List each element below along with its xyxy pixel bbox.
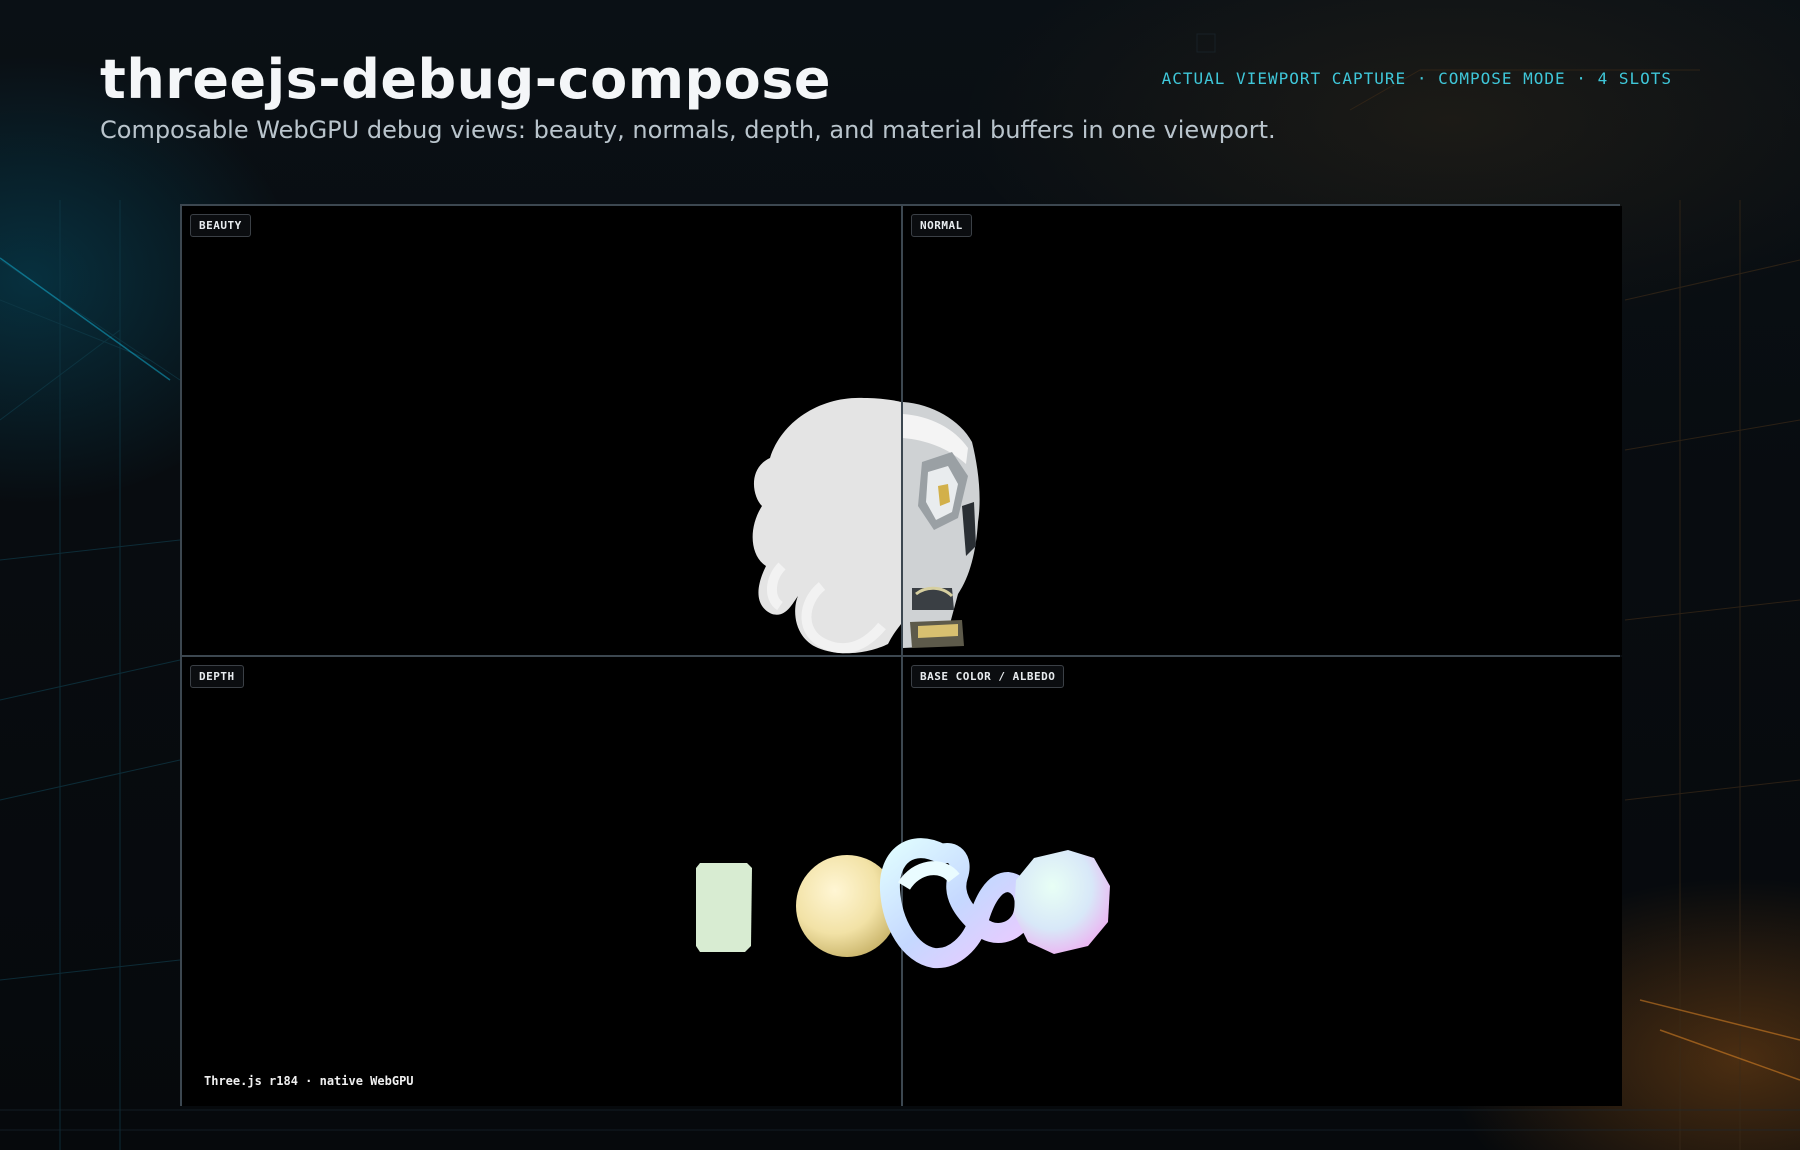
debug-viewport[interactable]: BEAUTY NORMAL DEPTH BASE COLOR / ALBEDO — [180, 204, 1622, 1106]
slot-label-albedo: BASE COLOR / ALBEDO — [911, 665, 1065, 688]
slot-albedo[interactable]: BASE COLOR / ALBEDO — [903, 657, 1622, 1106]
app-page: threejs-debug-compose Composable WebGPU … — [0, 0, 1800, 1150]
page-title: threejs-debug-compose — [100, 48, 832, 111]
slot-beauty[interactable]: BEAUTY — [182, 206, 901, 655]
renderer-info: Three.js r184 · native WebGPU — [204, 1074, 414, 1088]
slot-divider-horizontal[interactable] — [182, 655, 1618, 657]
slot-label-normal: NORMAL — [911, 214, 972, 237]
page-subtitle: Composable WebGPU debug views: beauty, n… — [100, 116, 1276, 144]
slot-depth[interactable]: DEPTH — [182, 657, 901, 1106]
slot-label-depth: DEPTH — [190, 665, 244, 688]
slot-label-beauty: BEAUTY — [190, 214, 251, 237]
slot-normal[interactable]: NORMAL — [903, 206, 1622, 655]
capture-status: ACTUAL VIEWPORT CAPTURE · COMPOSE MODE ·… — [1161, 69, 1672, 88]
